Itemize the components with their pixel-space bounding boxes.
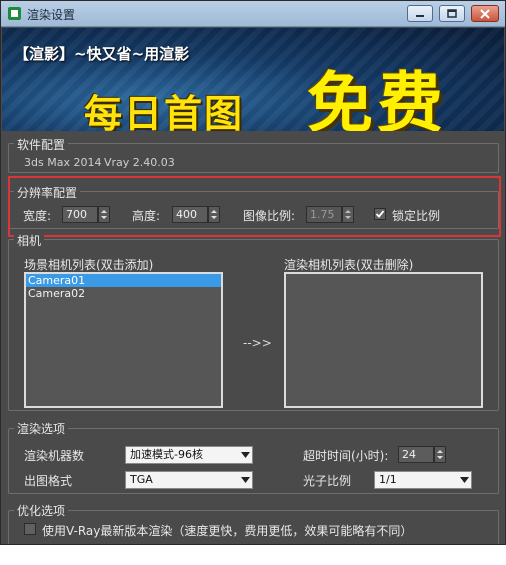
software-config-title: 软件配置 — [14, 136, 69, 153]
app-icon — [8, 7, 21, 20]
new-vray-label: 使用V-Ray最新版本渲染（速度更快，费用更低，效果可能略有不同） — [42, 524, 413, 538]
optimize-options-title: 优化选项 — [14, 502, 69, 519]
maximize-icon — [447, 9, 457, 18]
chevron-down-icon — [241, 452, 250, 458]
render-machines-select[interactable]: 加速模式-96核 — [125, 446, 253, 464]
timeout-input[interactable]: 24 — [398, 446, 434, 463]
maximize-button[interactable] — [439, 5, 465, 22]
promo-banner[interactable]: 【渲影】~快又省~用渲影 每日首图 免费 — [2, 28, 504, 131]
window-title: 渲染设置 — [27, 8, 76, 22]
render-machines-label: 渲染机器数 — [24, 449, 85, 463]
render-camera-list[interactable] — [284, 272, 483, 408]
chevron-down-icon — [460, 477, 469, 483]
timeout-spinner-arrows[interactable] — [434, 446, 446, 463]
render-machines-value: 加速模式-96核 — [130, 448, 203, 461]
page-background-strip — [0, 545, 506, 565]
max-version: 3ds Max 2014 — [24, 156, 102, 169]
render-camera-list-label: 渲染相机列表(双击删除) — [284, 258, 414, 272]
render-options-title: 渲染选项 — [14, 420, 69, 437]
close-icon — [480, 9, 490, 19]
transfer-arrow: -->> — [243, 336, 272, 350]
vray-version: Vray 2.40.03 — [104, 156, 175, 169]
close-button[interactable] — [471, 5, 499, 22]
scene-camera-list-label: 场景相机列表(双击添加) — [24, 258, 154, 272]
timeout-spinner[interactable]: 24 — [398, 446, 447, 463]
photon-ratio-label: 光子比例 — [303, 474, 352, 488]
output-format-value: TGA — [130, 473, 153, 486]
photon-ratio-value: 1/1 — [379, 473, 397, 486]
timeout-label: 超时时间(小时): — [303, 449, 389, 463]
highlight-frame — [8, 176, 501, 237]
camera-group-title: 相机 — [14, 232, 45, 249]
render-settings-window: 渲染设置 【渲影】~快又省~用渲影 每日首图 免费 软件配置 3ds Max 2… — [0, 0, 506, 545]
photon-ratio-select[interactable]: 1/1 — [374, 471, 472, 489]
minimize-button[interactable] — [407, 5, 433, 22]
list-item[interactable]: Camera01 — [26, 274, 221, 287]
output-format-select[interactable]: TGA — [125, 471, 253, 489]
chevron-down-icon — [241, 477, 250, 483]
output-format-label: 出图格式 — [24, 474, 73, 488]
new-vray-checkbox[interactable] — [24, 523, 36, 535]
banner-free-text: 免费 — [307, 65, 447, 131]
minimize-icon — [416, 15, 424, 17]
title-bar[interactable]: 渲染设置 — [1, 1, 505, 27]
banner-headline: 每日首图 — [84, 92, 245, 131]
spinner-arrows-icon — [437, 450, 443, 459]
banner-tagline: 【渲影】~快又省~用渲影 — [14, 45, 190, 63]
list-item[interactable]: Camera02 — [26, 287, 221, 300]
scene-camera-list[interactable]: Camera01 Camera02 — [24, 272, 223, 408]
